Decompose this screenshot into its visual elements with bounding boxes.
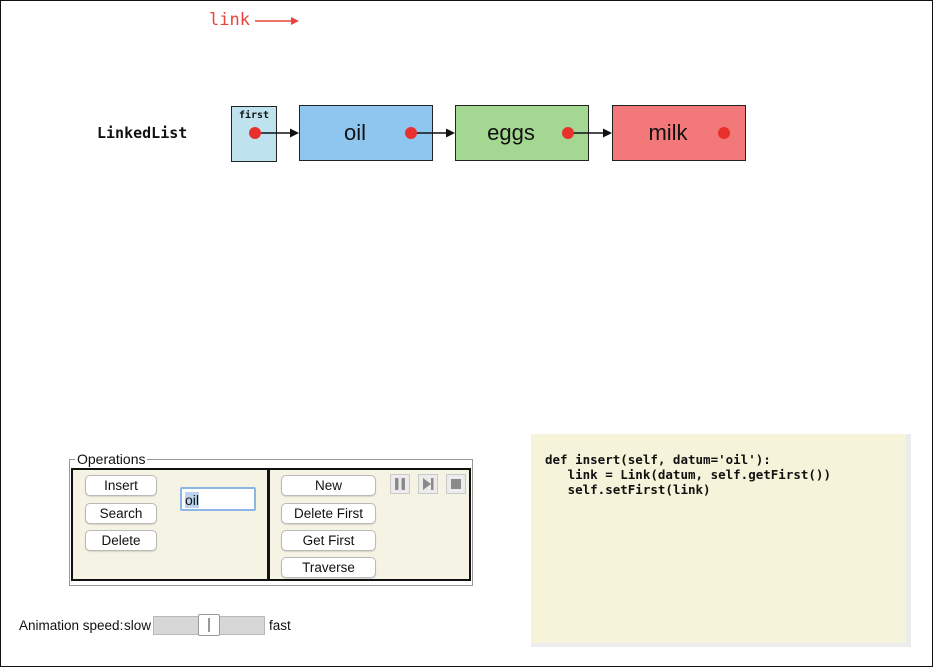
step-icon	[423, 478, 434, 490]
datum-input-value: oil	[185, 492, 200, 508]
next-pointer-dot	[562, 127, 574, 139]
first-pointer-dot	[249, 127, 261, 139]
new-button[interactable]: New	[281, 475, 376, 496]
get-first-button[interactable]: Get First	[281, 530, 376, 551]
step-button[interactable]	[418, 474, 438, 494]
speed-slow-label: slow	[124, 618, 152, 633]
operations-title: Operations	[75, 451, 148, 467]
pause-icon	[395, 478, 405, 490]
speed-fast-label: fast	[269, 618, 291, 633]
code-line: self.setFirst(link)	[545, 482, 711, 497]
datum-input[interactable]: oil	[180, 487, 256, 511]
delete-button[interactable]: Delete	[85, 530, 157, 551]
pause-button[interactable]	[390, 474, 410, 494]
animation-speed-label: Animation speed:	[19, 618, 124, 633]
stop-button[interactable]	[446, 474, 466, 494]
pointer-arrows	[255, 128, 612, 138]
insert-button[interactable]: Insert	[85, 475, 157, 496]
next-pointer-dot	[718, 127, 730, 139]
search-button[interactable]: Search	[85, 503, 157, 524]
code-line: def insert(self, datum='oil'):	[545, 452, 771, 467]
next-pointer-dot	[405, 127, 417, 139]
stop-icon	[451, 479, 461, 489]
animation-speed-thumb[interactable]	[198, 614, 220, 636]
code-line: link = Link(datum, self.getFirst())	[545, 467, 831, 482]
traverse-button[interactable]: Traverse	[281, 557, 376, 578]
delete-first-button[interactable]: Delete First	[281, 503, 376, 524]
